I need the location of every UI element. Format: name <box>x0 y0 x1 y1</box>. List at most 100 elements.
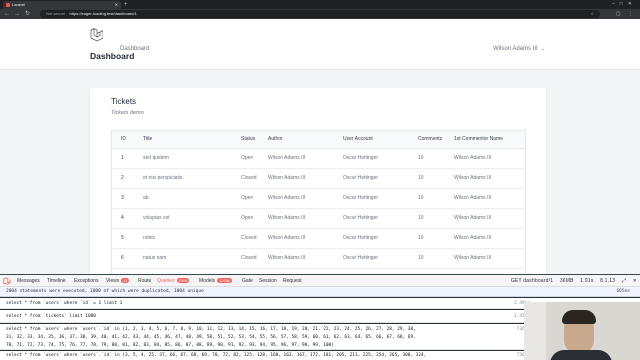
laravel-debugbar-logo-icon[interactable] <box>3 277 11 285</box>
cell-status: Closed <box>232 168 259 189</box>
reload-icon[interactable]: ↻ <box>25 9 30 19</box>
tickets-table: ID Title Status Author User Account Comm… <box>112 131 525 269</box>
cell-author: Wilson Adams III <box>259 208 334 229</box>
card-subtitle: Tickets demo <box>111 110 144 116</box>
tab-models-label: Models <box>199 278 216 284</box>
col-user-account: User Account <box>334 131 409 149</box>
table-row[interactable]: 2 et nisi perspiciatis Closed Wilson Ada… <box>112 168 525 189</box>
close-icon[interactable]: ✕ <box>633 278 637 284</box>
cell-comments: 10 <box>409 188 445 209</box>
cell-id: 6 <box>112 248 134 269</box>
table-row[interactable]: 5 nobis Closed Wilson Adams III Oscar He… <box>112 228 525 249</box>
cell-first-commentor: Wilson Adams III <box>445 188 525 209</box>
presenter-shirt <box>550 350 612 360</box>
table-row[interactable]: 6 natus nam Closed Wilson Adams III Osca… <box>112 248 525 269</box>
background-shelf <box>524 302 546 360</box>
laravel-favicon-icon <box>6 3 10 7</box>
cell-status: Open <box>232 148 259 169</box>
cell-author: Wilson Adams III <box>259 228 334 249</box>
col-comments: Comments <box>409 131 445 149</box>
webcam-overlay <box>524 302 640 360</box>
tab-request[interactable]: Request <box>283 275 302 287</box>
browser-tab-title: Laravel <box>12 2 26 7</box>
browser-menu-icon[interactable]: ▢ ⋮ <box>616 9 636 19</box>
url-text: https://eager-loading.test/dashboard/1 <box>69 11 137 16</box>
queries-total-time: 605ms <box>616 289 630 294</box>
tab-queries-label: Queries <box>157 278 175 284</box>
tab-queries[interactable]: Queries 2004 <box>157 275 190 287</box>
tickets-table-wrapper: ID Title Status Author User Account Comm… <box>111 130 526 280</box>
cell-status: Closed <box>232 228 259 249</box>
queries-summary-text: 2004 statements were executed, 1000 of w… <box>6 289 204 294</box>
cell-comments: 10 <box>409 248 445 269</box>
cell-title: natus nam <box>134 248 232 269</box>
request-info[interactable]: GET dashboard/1 <box>511 278 553 284</box>
user-menu[interactable]: Wilson Adams III ⌄ <box>493 46 545 52</box>
tab-views-label: Views <box>106 278 120 284</box>
cell-id: 5 <box>112 228 134 249</box>
browser-tab[interactable]: Laravel ✕ <box>3 1 121 9</box>
tickets-card: Tickets Tickets demo ID Title Status Aut… <box>90 88 546 280</box>
col-first-commentor: 1st Commentor Name <box>445 131 525 149</box>
window-controls[interactable]: –□✕ <box>612 0 637 9</box>
cell-id: 3 <box>112 188 134 209</box>
not-secure-label: Not secure <box>46 11 66 16</box>
new-tab-icon[interactable]: + <box>124 1 128 9</box>
cell-id: 2 <box>112 168 134 189</box>
cell-title: sed quidem <box>134 148 232 169</box>
cell-author: Wilson Adams III <box>259 148 334 169</box>
col-status: Status <box>232 131 259 149</box>
cell-title: nobis <box>134 228 232 249</box>
query-sql: select * from `users` where `users`.`id`… <box>6 353 427 358</box>
cell-first-commentor: Wilson Adams III <box>445 228 525 249</box>
cell-title: et nisi perspiciatis <box>134 168 232 189</box>
cell-comments: 10 <box>409 208 445 229</box>
cell-status: Closed <box>232 248 259 269</box>
cell-author: Wilson Adams III <box>259 168 334 189</box>
table-row[interactable]: 3 ab Open Wilson Adams III Oscar Hetting… <box>112 188 525 209</box>
card-title: Tickets <box>111 97 137 106</box>
back-icon[interactable]: ← <box>4 9 10 19</box>
cell-user-account: Oscar Hettinger <box>334 208 409 229</box>
models-count-badge: 12056 <box>217 278 233 283</box>
cell-user-account: Oscar Hettinger <box>334 148 409 169</box>
tab-messages[interactable]: Messages <box>17 275 40 287</box>
tab-models[interactable]: Models 12056 <box>199 275 233 287</box>
tab-views[interactable]: Views 11 <box>106 275 130 287</box>
cell-first-commentor: Wilson Adams III <box>445 208 525 229</box>
cell-user-account: Oscar Hettinger <box>334 188 409 209</box>
browser-tabstrip: Laravel ✕ + –□✕ <box>0 0 640 9</box>
memory-usage: 36MB <box>559 278 574 284</box>
browser-toolbar: ← → ↻ Not secure https://eager-loading.t… <box>0 9 640 19</box>
cell-status: Open <box>232 208 259 229</box>
forward-icon[interactable]: → <box>14 9 20 19</box>
laravel-logo-icon[interactable] <box>90 27 103 42</box>
debugbar-tabs: Messages Timeline Exceptions Views 11 Rou… <box>0 275 640 287</box>
table-row[interactable]: 4 voluptas est Open Wilson Adams III Osc… <box>112 208 525 229</box>
cell-title: voluptas est <box>134 208 232 229</box>
php-version: 8.1.13 <box>600 278 616 284</box>
address-bar[interactable]: Not secure https://eager-loading.test/da… <box>40 10 600 18</box>
table-header-row: ID Title Status Author User Account Comm… <box>112 131 525 149</box>
cell-author: Wilson Adams III <box>259 188 334 209</box>
table-row[interactable]: 1 sed quidem Open Wilson Adams III Oscar… <box>112 148 525 169</box>
maximize-icon[interactable]: ⤢ <box>622 278 626 284</box>
bookmark-star-icon[interactable]: ☆ <box>590 10 594 18</box>
cell-comments: 10 <box>409 148 445 169</box>
cell-id: 1 <box>112 148 134 169</box>
cell-user-account: Oscar Hettinger <box>334 168 409 189</box>
tab-gate[interactable]: Gate <box>242 275 253 287</box>
queries-count-badge: 2004 <box>176 278 190 283</box>
col-author: Author <box>259 131 334 149</box>
page-title: Dashboard <box>90 51 135 61</box>
tab-session[interactable]: Session <box>259 275 277 287</box>
cell-comments: 10 <box>409 168 445 189</box>
queries-summary: 2004 statements were executed, 1000 of w… <box>0 287 640 297</box>
close-tab-icon[interactable]: ✕ <box>115 1 118 9</box>
tab-exceptions[interactable]: Exceptions <box>74 275 98 287</box>
col-title: Title <box>134 131 232 149</box>
cell-id: 4 <box>112 208 134 229</box>
tab-route[interactable]: Route <box>138 275 151 287</box>
tab-timeline[interactable]: Timeline <box>47 275 66 287</box>
cell-first-commentor: Wilson Adams III <box>445 148 525 169</box>
